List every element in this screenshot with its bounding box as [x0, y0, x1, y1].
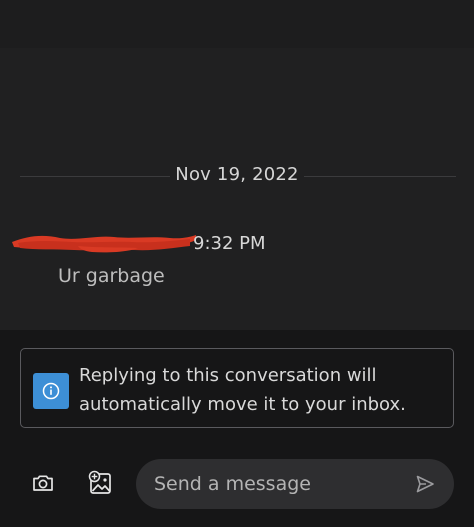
- top-bar: [0, 0, 474, 48]
- date-label: Nov 19, 2022: [175, 164, 299, 185]
- date-divider: Nov 19, 2022: [0, 160, 474, 194]
- reply-notice: Replying to this conversation will autom…: [20, 348, 454, 428]
- message-composer: [136, 459, 454, 509]
- message-timestamp: 9:32 PM: [193, 233, 266, 254]
- reply-notice-line-1: Replying to this conversation will: [79, 365, 377, 386]
- reply-notice-line-2: automatically move it to your inbox.: [79, 394, 406, 415]
- divider-line-left: [20, 176, 170, 177]
- divider-line-right: [304, 176, 456, 177]
- info-icon: [33, 373, 69, 409]
- message-text: Ur garbage: [58, 265, 165, 287]
- add-photo-button[interactable]: [84, 466, 118, 500]
- message-input[interactable]: [154, 459, 394, 509]
- redacted-username-scribble: [12, 235, 196, 253]
- send-button[interactable]: [412, 471, 438, 497]
- messaging-screen: Nov 19, 2022 9:32 PM Ur garbage Replying…: [0, 0, 474, 527]
- reply-notice-text: Replying to this conversation will autom…: [79, 361, 439, 419]
- camera-button[interactable]: [26, 466, 60, 500]
- send-icon: [416, 475, 434, 493]
- add-photo-icon: [88, 470, 111, 494]
- camera-icon: [33, 475, 53, 491]
